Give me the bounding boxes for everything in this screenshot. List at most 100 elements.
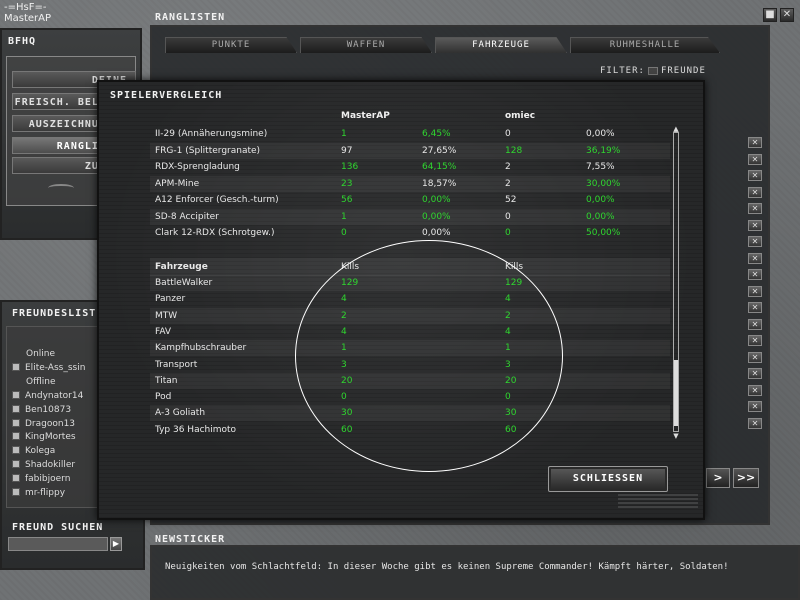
remove-row-icon[interactable]: ✕ xyxy=(748,170,762,181)
weapon-row: FRG-1 (Splittergranate) 97 27,65% 128 36,19% xyxy=(150,142,670,159)
player2-percent: 0,00% xyxy=(586,195,615,205)
friend-search-input[interactable] xyxy=(8,537,108,551)
weapon-row: Clark 12-RDX (Schrotgew.) 0 0,00% 0 50,00% xyxy=(150,225,670,241)
player2-kills: 0 xyxy=(505,228,511,238)
next-page-button[interactable]: > xyxy=(706,468,730,488)
player1-kills: 4 xyxy=(341,326,347,337)
last-page-button[interactable]: >> xyxy=(733,468,759,488)
remove-row-icon[interactable]: ✕ xyxy=(748,252,762,264)
remove-row-icon[interactable]: ✕ xyxy=(748,335,762,346)
bfhq-logo-icon xyxy=(48,184,74,192)
player1-kills: 129 xyxy=(341,278,359,288)
friend-status-icon xyxy=(12,487,20,496)
settings-icon[interactable]: ■ xyxy=(763,8,777,22)
friend-search-label: FREUND SUCHEN xyxy=(12,522,104,533)
player1-percent: 64,15% xyxy=(422,162,457,172)
weapon-name: APM-Mine xyxy=(155,178,200,189)
weapon-name: A12 Enforcer (Gesch.-turm) xyxy=(155,195,279,205)
filter-option-label: FREUNDE xyxy=(660,66,706,76)
friend-item[interactable]: KingMortes xyxy=(12,432,76,443)
vehicle-row: Kampfhubschrauber 1 1 xyxy=(150,340,670,357)
weapon-name: II-29 (Annäherungsmine) xyxy=(155,129,268,139)
decoration-line xyxy=(618,506,698,508)
filter-checkbox[interactable] xyxy=(647,66,658,75)
player2-kills: 129 xyxy=(505,278,523,288)
player1-kills: 0 xyxy=(341,392,347,403)
remove-row-icon[interactable]: ✕ xyxy=(748,285,762,297)
remove-row-icon[interactable]: ✕ xyxy=(748,203,762,214)
ranglisten-tabs: PUNKTE WAFFEN FAHRZEUGE RUHMESHALLE xyxy=(165,37,765,53)
friend-item[interactable]: Kolega xyxy=(12,446,55,457)
friend-item[interactable]: mr-flippy xyxy=(12,487,65,499)
remove-row-icon[interactable]: ✕ xyxy=(748,351,762,363)
vehicle-row: BattleWalker 129 129 xyxy=(150,275,670,291)
weapon-name: FRG-1 (Splittergranate) xyxy=(155,145,261,156)
bfhq-title: BFHQ xyxy=(8,36,37,47)
remove-row-icon[interactable]: ✕ xyxy=(748,302,762,313)
vehicle-name: Transport xyxy=(155,359,198,370)
vehicle-row: Pod 0 0 xyxy=(150,389,670,405)
player1-kills: 60 xyxy=(341,424,353,435)
friend-item[interactable]: Dragoon13 xyxy=(12,418,76,430)
player1-percent: 27,65% xyxy=(422,145,457,156)
player2-kills: 30 xyxy=(505,408,517,419)
newsticker-title: NEWSTICKER xyxy=(155,534,226,545)
dialog-title: SPIELERVERGLEICH xyxy=(110,90,223,101)
player1-kills: 20 xyxy=(341,375,353,386)
newsticker-panel xyxy=(150,545,800,600)
remove-row-icon[interactable]: ✕ xyxy=(748,368,762,379)
kills-header-2: Kills xyxy=(505,262,524,272)
player2-column-header: omiec xyxy=(505,111,536,121)
remove-row-icon[interactable]: ✕ xyxy=(748,417,762,429)
vehicle-name: MTW xyxy=(155,310,178,321)
remove-row-icon[interactable]: ✕ xyxy=(748,186,762,198)
player1-kills: 1 xyxy=(341,129,347,139)
player2-kills: 2 xyxy=(505,178,511,189)
tab-ruhmeshalle[interactable]: RUHMESHALLE xyxy=(570,37,720,53)
vehicle-name: FAV xyxy=(155,326,172,337)
vehicle-name: A-3 Goliath xyxy=(155,408,206,419)
vehicle-name: Panzer xyxy=(155,294,186,305)
friend-name: Dragoon13 xyxy=(25,418,76,429)
vehicle-name: BattleWalker xyxy=(155,278,213,288)
friend-name: Ben10873 xyxy=(25,404,72,415)
player1-kills: 3 xyxy=(341,359,347,370)
decoration-line xyxy=(618,494,698,496)
weapon-name: RDX-Sprengladung xyxy=(155,162,240,172)
friend-search-button[interactable]: ▶ xyxy=(110,537,122,551)
remove-row-icon[interactable]: ✕ xyxy=(748,137,762,148)
player1-kills: 136 xyxy=(341,162,359,172)
remove-row-icon[interactable]: ✕ xyxy=(748,153,762,165)
friend-item[interactable]: fabibjoern xyxy=(12,473,71,485)
friend-status-icon xyxy=(12,446,20,455)
remove-row-icon[interactable]: ✕ xyxy=(748,401,762,412)
friend-name: fabibjoern xyxy=(25,473,71,484)
remove-row-icon[interactable]: ✕ xyxy=(748,236,762,247)
remove-row-icon[interactable]: ✕ xyxy=(748,269,762,280)
tab-punkte[interactable]: PUNKTE xyxy=(165,37,297,53)
scrollbar-thumb[interactable] xyxy=(674,360,678,426)
friend-name: KingMortes xyxy=(25,432,76,443)
vehicle-row: A-3 Goliath 30 30 xyxy=(150,405,670,422)
player2-kills: 0 xyxy=(505,211,511,222)
decoration-line xyxy=(618,502,698,504)
close-icon[interactable]: ✕ xyxy=(780,8,794,22)
vehicles-header: Fahrzeuge xyxy=(155,262,208,272)
player1-kills: 56 xyxy=(341,195,353,205)
friend-item[interactable]: Shadokiller xyxy=(12,460,75,471)
remove-row-icon[interactable]: ✕ xyxy=(748,219,762,231)
friend-item[interactable]: Andynator14 xyxy=(12,391,83,402)
player2-kills: 4 xyxy=(505,326,511,337)
scroll-down-icon[interactable]: ▼ xyxy=(670,432,682,440)
close-button[interactable]: SCHLIESSEN xyxy=(548,466,668,492)
remove-row-icon[interactable]: ✕ xyxy=(748,384,762,396)
tab-fahrzeuge[interactable]: FAHRZEUGE xyxy=(435,37,567,53)
tab-waffen[interactable]: WAFFEN xyxy=(300,37,432,53)
friend-item[interactable]: Ben10873 xyxy=(12,404,72,416)
friend-name: Shadokiller xyxy=(25,460,76,470)
remove-row-icon[interactable]: ✕ xyxy=(748,318,762,330)
friend-item[interactable]: Elite-Ass_ssin xyxy=(12,363,85,374)
player2-kills: 3 xyxy=(505,359,511,370)
friend-status-icon xyxy=(12,418,20,427)
friend-status-icon xyxy=(12,460,20,468)
